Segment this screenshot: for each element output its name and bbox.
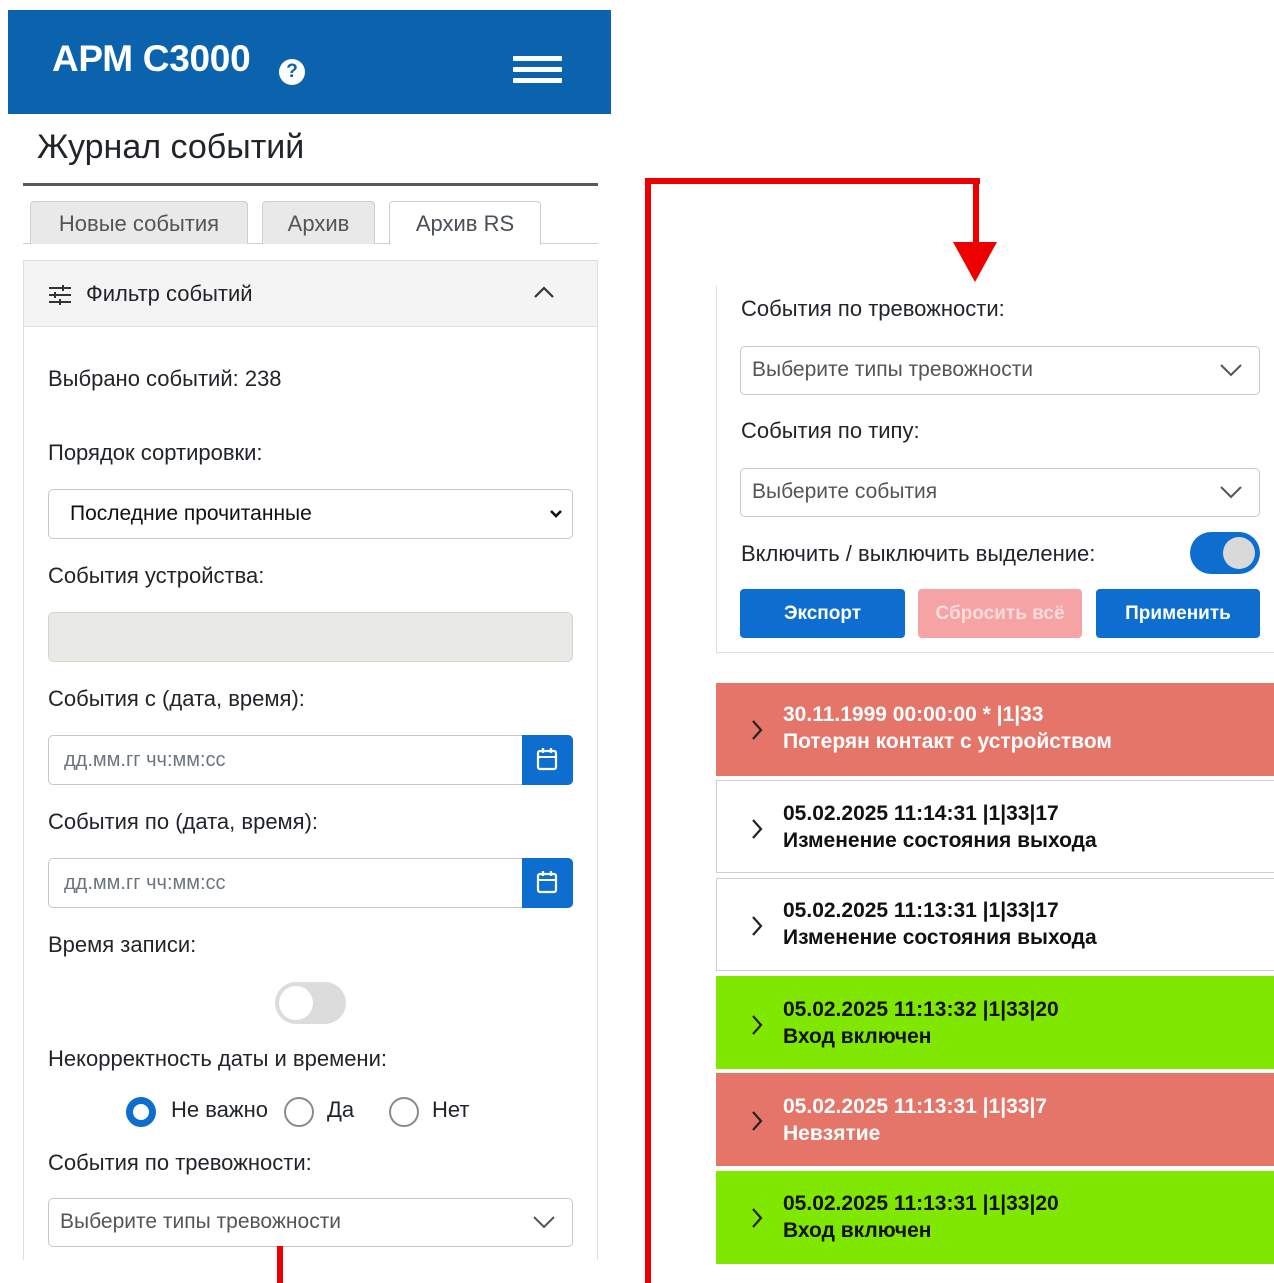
tab-archive-rs[interactable]: Архив RS [389, 201, 541, 245]
radio-yes[interactable] [284, 1097, 314, 1127]
question-circle-icon[interactable]: ? [279, 59, 305, 85]
event-datetime: 05.02.2025 11:13:31 |1|33|20 [783, 1192, 1059, 1215]
reset-all-button[interactable]: Сбросить всё [918, 589, 1082, 638]
event-row[interactable]: 30.11.1999 00:00:00 * |1|33 Потерян конт… [716, 683, 1274, 776]
event-row[interactable]: 05.02.2025 11:13:31 |1|33|17 Изменение с… [716, 878, 1274, 971]
toggle-knob [279, 986, 313, 1020]
device-events-field [48, 612, 573, 662]
apply-button[interactable]: Применить [1096, 589, 1260, 638]
title-divider [23, 183, 598, 186]
event-datetime: 05.02.2025 11:13:31 |1|33|17 [783, 899, 1059, 922]
chevron-up-icon[interactable] [534, 285, 554, 299]
event-description: Невзятие [783, 1122, 881, 1145]
filter-panel-header[interactable]: Фильтр событий [24, 261, 597, 327]
event-type-select[interactable]: Выберите события [740, 468, 1260, 517]
connector-line [645, 178, 651, 1283]
chevron-right-icon[interactable] [751, 1110, 763, 1132]
hamburger-menu-icon[interactable] [513, 52, 562, 86]
sort-order-value: Последние прочитанные [70, 502, 312, 525]
connector-line [277, 1246, 283, 1283]
sliders-icon [49, 285, 71, 305]
event-description: Потерян контакт с устройством [783, 730, 1112, 753]
event-datetime: 05.02.2025 11:14:31 |1|33|17 [783, 802, 1059, 825]
device-events-label: События устройства: [48, 563, 265, 588]
chevron-right-icon[interactable] [751, 915, 763, 937]
sort-order-select[interactable]: Последние прочитанные [48, 489, 573, 539]
chevron-right-icon[interactable] [751, 719, 763, 741]
invalid-datetime-label: Некорректность даты и времени: [48, 1046, 387, 1071]
app-header: АРМ С3000 ? [8, 10, 611, 114]
chevron-right-icon[interactable] [751, 1014, 763, 1036]
event-type-label: События по типу: [741, 418, 920, 443]
alarm-type-select[interactable]: Выберите типы тревожности [48, 1198, 573, 1247]
alarm-type-placeholder-right: Выберите типы тревожности [752, 358, 1034, 381]
event-row[interactable]: 05.02.2025 11:13:31 |1|33|7 Невзятие [716, 1073, 1274, 1166]
sort-order-label: Порядок сортировки: [48, 440, 263, 465]
chevron-right-icon[interactable] [751, 1207, 763, 1229]
event-datetime: 05.02.2025 11:13:31 |1|33|7 [783, 1095, 1048, 1118]
event-row[interactable]: 05.02.2025 11:13:31 |1|33|20 Вход включе… [716, 1171, 1274, 1264]
date-to-calendar-button[interactable] [522, 858, 573, 908]
record-time-label: Время записи: [48, 932, 197, 957]
export-button[interactable]: Экспорт [740, 589, 905, 638]
event-type-placeholder: Выберите события [752, 480, 938, 503]
filter-panel-title: Фильтр событий [86, 281, 253, 306]
calendar-icon [536, 748, 558, 771]
alarm-filter-label-right: События по тревожности: [741, 296, 1005, 321]
left-panel: АРМ С3000 ? Журнал событий Новые события… [0, 0, 612, 1283]
event-datetime: 05.02.2025 11:13:32 |1|33|20 [783, 998, 1059, 1021]
date-from-placeholder: дд.мм.гг чч:мм:сс [64, 749, 226, 771]
event-description: Изменение состояния выхода [783, 829, 1097, 852]
event-datetime: 30.11.1999 00:00:00 * |1|33 [783, 703, 1044, 726]
date-from-label: События с (дата, время): [48, 686, 305, 711]
event-description: Изменение состояния выхода [783, 926, 1097, 949]
radio-no[interactable] [389, 1097, 419, 1127]
date-to-placeholder: дд.мм.гг чч:мм:сс [64, 872, 226, 894]
calendar-icon [536, 871, 558, 894]
record-time-toggle[interactable] [275, 982, 346, 1024]
tab-archive[interactable]: Архив [262, 201, 375, 244]
app-title: АРМ С3000 [52, 38, 251, 79]
chevron-right-icon[interactable] [751, 818, 763, 840]
chevron-down-icon [1220, 364, 1242, 377]
chevron-down-icon [533, 1216, 555, 1229]
radio-not-important[interactable] [126, 1097, 156, 1127]
radio-yes-label: Да [327, 1097, 355, 1122]
radio-no-label: Нет [432, 1097, 470, 1122]
chevron-down-icon [1220, 486, 1242, 499]
date-to-input[interactable]: дд.мм.гг чч:мм:сс [48, 858, 573, 908]
event-row[interactable]: 05.02.2025 11:13:32 |1|33|20 Вход включе… [716, 976, 1274, 1069]
date-from-input[interactable]: дд.мм.гг чч:мм:сс [48, 735, 573, 785]
alarm-type-select-right[interactable]: Выберите типы тревожности [740, 346, 1260, 395]
event-description: Вход включен [783, 1219, 932, 1242]
alarm-type-placeholder: Выберите типы тревожности [60, 1210, 342, 1233]
connector-line [645, 178, 980, 184]
highlight-toggle[interactable] [1190, 532, 1260, 574]
radio-not-important-label: Не важно [171, 1097, 269, 1122]
event-row[interactable]: 05.02.2025 11:14:31 |1|33|17 Изменение с… [716, 780, 1274, 873]
page-title: Журнал событий [37, 128, 305, 166]
alarm-filter-label: События по тревожности: [48, 1150, 312, 1175]
arrow-down-icon [953, 242, 997, 282]
event-description: Вход включен [783, 1025, 932, 1048]
toggle-knob [1223, 537, 1255, 569]
highlight-toggle-label: Включить / выключить выделение: [741, 541, 1096, 566]
selected-count: Выбрано событий: 238 [48, 366, 282, 391]
chevron-down-icon [550, 510, 562, 518]
tab-new-events[interactable]: Новые события [30, 201, 248, 244]
date-from-calendar-button[interactable] [522, 735, 573, 785]
date-to-label: События по (дата, время): [48, 809, 319, 834]
connector-line [973, 178, 979, 246]
